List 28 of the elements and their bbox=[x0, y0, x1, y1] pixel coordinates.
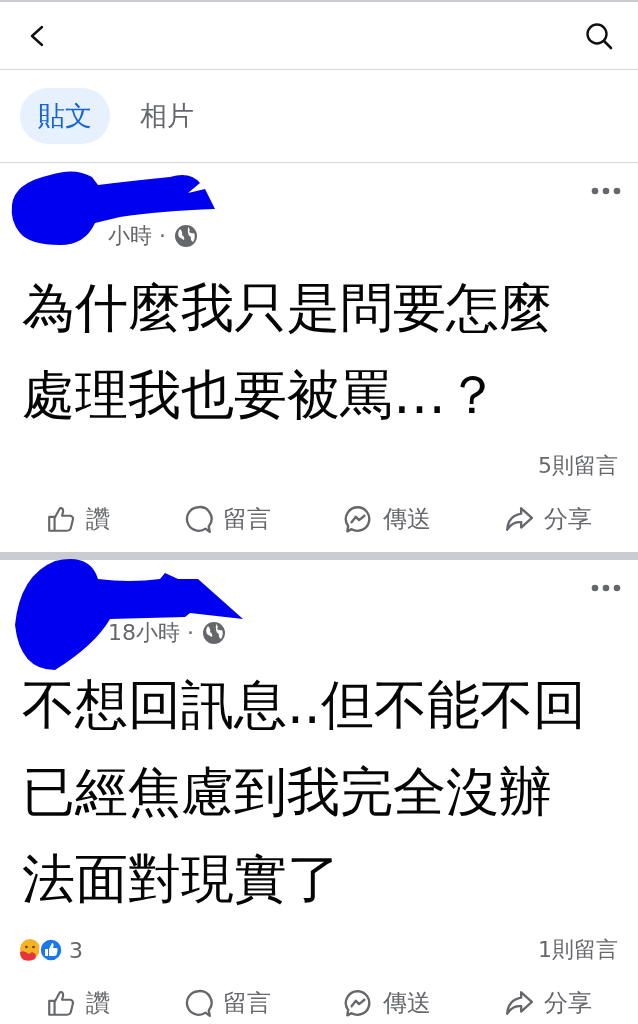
comment-count[interactable]: 5則留言 bbox=[538, 451, 618, 481]
more-icon[interactable] bbox=[591, 187, 621, 195]
search-icon[interactable] bbox=[585, 21, 613, 50]
share-button[interactable]: 分享 bbox=[495, 983, 600, 1023]
share-icon bbox=[503, 504, 534, 534]
post-time: 18小時 · bbox=[108, 619, 194, 647]
like-reaction-icon bbox=[39, 938, 63, 962]
send-button[interactable]: 傳送 bbox=[335, 983, 440, 1023]
more-icon[interactable] bbox=[591, 584, 621, 592]
reaction-count: 3 bbox=[69, 937, 83, 963]
post-text: 不想回訊息..但不能不回已經焦慮到我完全沒辦法面對現實了 bbox=[22, 673, 587, 911]
care-emoji-icon bbox=[18, 938, 42, 962]
post-time: 小時 · bbox=[108, 222, 166, 250]
tab[interactable]: 相片 bbox=[122, 88, 212, 144]
like-button[interactable]: 讚 bbox=[38, 983, 119, 1023]
like-icon bbox=[46, 504, 77, 534]
send-button[interactable]: 傳送 bbox=[335, 499, 440, 539]
post-text: 為什麼我只是問要怎麼處理我也要被罵…？ bbox=[22, 276, 553, 427]
comment-button[interactable]: 留言 bbox=[174, 499, 279, 539]
share-button[interactable]: 分享 bbox=[495, 499, 600, 539]
globe-icon bbox=[174, 224, 198, 248]
like-button[interactable]: 讚 bbox=[38, 499, 119, 539]
share-icon bbox=[503, 988, 534, 1018]
tab[interactable]: 貼文 bbox=[20, 88, 110, 144]
comment-button[interactable]: 留言 bbox=[174, 983, 279, 1023]
comment-count[interactable]: 1則留言 bbox=[538, 935, 618, 965]
like-icon bbox=[46, 988, 77, 1018]
globe-icon bbox=[202, 621, 226, 645]
